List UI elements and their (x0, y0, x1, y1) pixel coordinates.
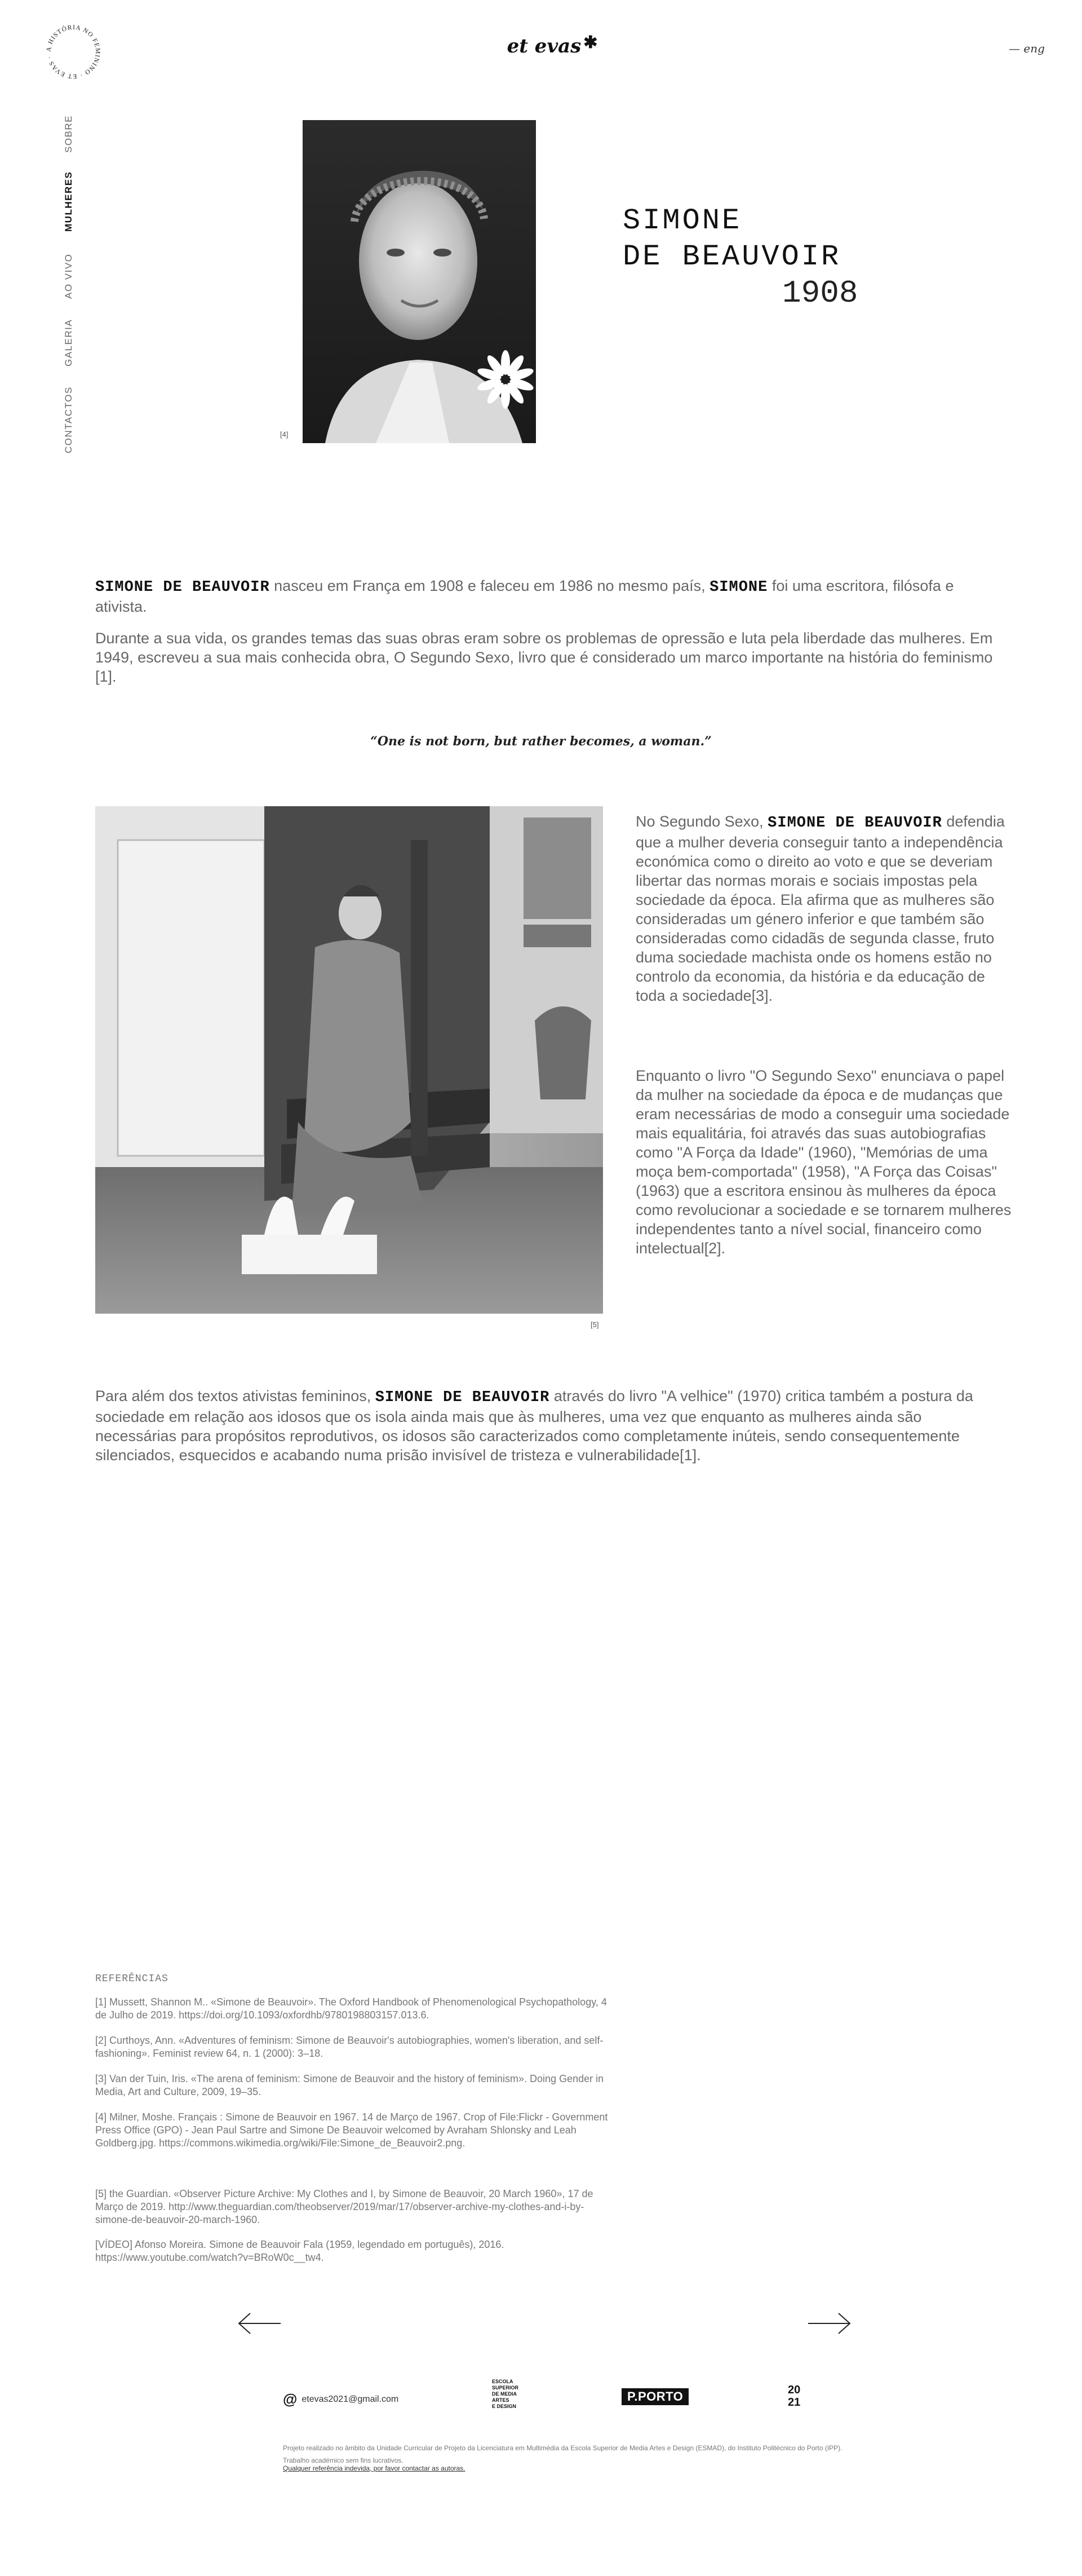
language-switch[interactable]: — eng (1009, 42, 1045, 55)
column-text-b: defendia que a mulher deveria conseguir … (636, 813, 1005, 1004)
reference-item: [VÍDEO] Afonso Moreira. Simone de Beauvo… (95, 2239, 504, 2263)
esmad-logo[interactable]: ESCOLA SUPERIOR DE MEDIA ARTES E DESIGN (492, 2379, 518, 2410)
section3-paragraph: Para além dos textos ativistas femininos… (95, 1386, 1003, 1465)
column-paragraph-2: Enquanto o livro "O Segundo Sexo" enunci… (636, 1067, 1012, 1257)
intro-paragraph-2: Durante a sua vida, os grandes temas das… (95, 630, 993, 685)
nav-item-sobre[interactable]: SOBRE (63, 112, 80, 156)
reference-item: [5] the Guardian. «Observer Picture Arch… (95, 2188, 593, 2225)
credits-text: Projeto realizado no âmbito da Unidade C… (283, 2444, 842, 2452)
nav-item-contactos[interactable]: CONTACTOS (63, 385, 80, 456)
arrow-right-icon (808, 2313, 851, 2334)
academic-text: Trabalho académico sem fins lucrativos. (283, 2456, 403, 2464)
reference-item: [4] Milner, Moshe. Français : Simone de … (95, 2111, 608, 2149)
page-title: SIMONE DE BEAUVOIR (623, 203, 841, 275)
references-title: REFERÊNCIAS (95, 1973, 168, 1985)
reference-item: [2] Curthoys, Ann. «Adventures of femini… (95, 2035, 604, 2059)
arrow-left-icon (238, 2313, 281, 2334)
column-text-a: No Segundo Sexo, (636, 813, 768, 830)
title-line-2: DE BEAUVOIR (623, 240, 841, 273)
year-mark: 20 21 (788, 2384, 800, 2409)
section3-text-a: Para além dos textos ativistas femininos… (95, 1388, 375, 1404)
brand-logo[interactable]: et evas ✱ (502, 33, 603, 58)
portrait-caption: [4] (280, 430, 289, 439)
quote: “One is not born, but rather becomes, a … (370, 734, 712, 749)
intro-text-a: nasceu em França em 1908 e faleceu em 19… (269, 577, 710, 594)
circle-logo[interactable]: A HISTÓRIA NO FEMININO · ET EVAS · (42, 20, 105, 83)
reference-item: [1] Mussett, Shannon M.. «Simone de Beau… (95, 1996, 607, 2021)
pporto-logo[interactable]: P.PORTO (622, 2388, 689, 2405)
circle-logo-text: A HISTÓRIA NO FEMININO · ET EVAS · (46, 24, 100, 79)
nav-item-mulheres[interactable]: MULHERES (63, 167, 80, 236)
portrait-photo (303, 120, 536, 443)
nav-item-ao-vivo[interactable]: AO VIVO (63, 248, 80, 304)
birth-year: 1908 (782, 275, 858, 311)
email-text: etevas2021@gmail.com (301, 2394, 399, 2404)
brand-text: et evas (507, 35, 582, 58)
year-top: 20 (788, 2384, 801, 2396)
contact-link[interactable]: Qualquer referência indevida, por favor … (283, 2464, 465, 2472)
column-paragraph-1: No Segundo Sexo, SIMONE DE BEAUVOIR defe… (636, 812, 1013, 1005)
staircase-photo (95, 806, 603, 1314)
star-icon: ✱ (583, 33, 598, 52)
intro-paragraph-1: SIMONE DE BEAUVOIR nasceu em França em 1… (95, 576, 1003, 616)
at-icon: @ (283, 2391, 298, 2407)
reference-item: [3] Van der Tuin, Iris. «The arena of fe… (95, 2073, 604, 2097)
name-highlight: SIMONE DE BEAUVOIR (375, 1389, 550, 1406)
name-highlight: SIMONE (709, 579, 768, 596)
email-link[interactable]: @ etevas2021@gmail.com (283, 2391, 398, 2408)
contact-link-text: Qualquer referência indevida, por favor … (283, 2464, 465, 2472)
circle-logo-icon: A HISTÓRIA NO FEMININO · ET EVAS · (46, 24, 101, 79)
title-line-1: SIMONE (623, 204, 742, 237)
svg-text:A HISTÓRIA NO FEMININO · ET EV: A HISTÓRIA NO FEMININO · ET EVAS · (46, 24, 101, 79)
name-highlight: SIMONE DE BEAUVOIR (95, 579, 270, 596)
nav-item-galeria[interactable]: GALERIA (63, 316, 80, 370)
previous-page-button[interactable] (237, 2312, 282, 2335)
next-page-button[interactable] (807, 2312, 852, 2335)
staircase-caption: [5] (591, 1320, 599, 1329)
year-bottom: 21 (788, 2396, 801, 2409)
name-highlight: SIMONE DE BEAUVOIR (768, 815, 942, 832)
